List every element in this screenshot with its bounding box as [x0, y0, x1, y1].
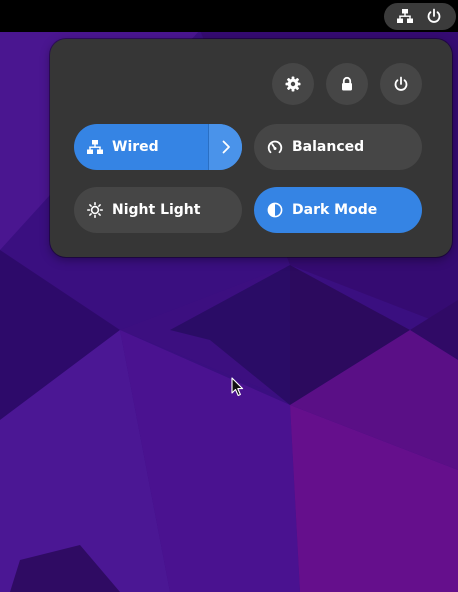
- power-mode-gauge-icon: [267, 140, 283, 154]
- power-icon: [427, 8, 441, 23]
- sun-icon: [87, 202, 103, 218]
- quick-settings-panel: Wired Balanced Night Light Dark Mode: [50, 39, 452, 257]
- dark-mode-label: Dark Mode: [292, 202, 378, 218]
- night-light-label: Night Light: [112, 202, 201, 218]
- network-wired-icon: [87, 140, 103, 154]
- system-status-menu[interactable]: [384, 3, 456, 30]
- power-mode-toggle[interactable]: Balanced: [254, 124, 422, 170]
- wired-menu-button[interactable]: [208, 124, 242, 170]
- top-bar: [0, 0, 458, 32]
- gear-icon: [285, 76, 301, 92]
- wired-label: Wired: [112, 139, 159, 155]
- lock-button[interactable]: [326, 63, 368, 105]
- wired-toggle-main[interactable]: Wired: [74, 124, 208, 170]
- dark-mode-icon: [267, 202, 283, 218]
- chevron-right-icon: [222, 140, 230, 154]
- settings-button[interactable]: [272, 63, 314, 105]
- network-wired-icon: [397, 9, 413, 23]
- night-light-toggle[interactable]: Night Light: [74, 187, 242, 233]
- power-icon: [394, 76, 408, 91]
- wired-toggle[interactable]: Wired: [74, 124, 242, 170]
- dark-mode-toggle[interactable]: Dark Mode: [254, 187, 422, 233]
- power-off-button[interactable]: [380, 63, 422, 105]
- mouse-pointer-icon: [231, 377, 244, 397]
- lock-icon: [342, 76, 352, 91]
- power-mode-label: Balanced: [292, 139, 365, 155]
